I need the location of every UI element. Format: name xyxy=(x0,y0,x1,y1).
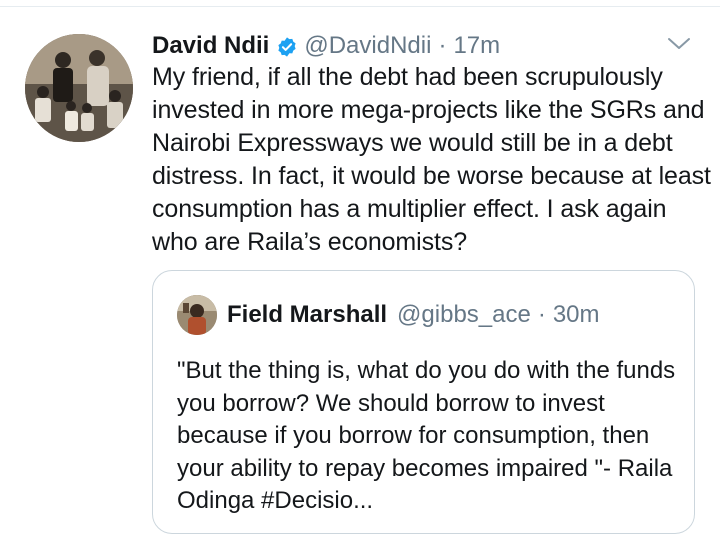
quoted-tweet-timestamp: 30m xyxy=(552,301,600,328)
quoted-tweet-header: Field Marshall @gibbs_ace · 30m xyxy=(227,299,600,331)
author-handle[interactable]: @DavidNdii xyxy=(304,30,431,62)
separator-dot: · xyxy=(438,32,447,59)
author-name[interactable]: David Ndii xyxy=(152,30,269,62)
quoted-separator-dot: · xyxy=(537,301,546,328)
chevron-down-icon[interactable] xyxy=(666,33,692,53)
quoted-author-avatar xyxy=(177,295,217,335)
quoted-author-name: Field Marshall xyxy=(227,301,388,328)
quoted-avatar-photo xyxy=(177,295,217,335)
quoted-tweet-body: "But the thing is, what do you do with t… xyxy=(177,357,676,514)
quoted-author-handle: @gibbs_ace xyxy=(397,301,531,328)
author-avatar[interactable] xyxy=(25,34,133,142)
top-divider xyxy=(0,0,720,7)
tweet-header: David Ndii @DavidNdii · 17m xyxy=(152,30,500,62)
avatar-photo xyxy=(25,34,133,142)
tweet-timestamp[interactable]: 17m xyxy=(453,30,500,62)
quoted-tweet-card[interactable]: Field Marshall @gibbs_ace · 30m "But the… xyxy=(152,270,695,534)
verified-badge-icon xyxy=(276,35,298,57)
tweet-body: My friend, if all the debt had been scru… xyxy=(152,63,711,256)
